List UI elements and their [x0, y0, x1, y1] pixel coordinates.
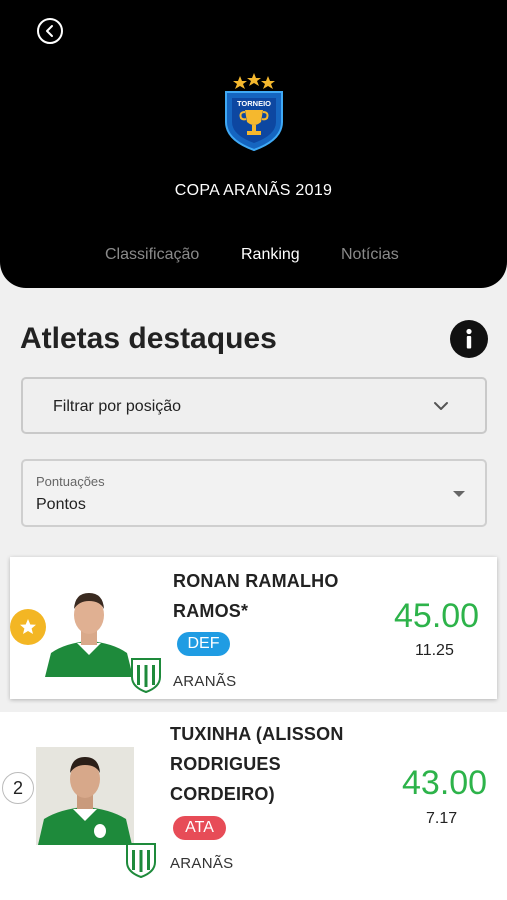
- back-button[interactable]: [37, 18, 63, 44]
- tournament-logo: TORNEIO: [225, 73, 283, 152]
- athlete-photo: [43, 579, 135, 677]
- section-title: Atletas destaques: [20, 322, 277, 355]
- points-select-label: Pontuações: [36, 474, 105, 489]
- app-header: TORNEIO COPA ARANÃS 2019 Classificação R…: [0, 0, 507, 288]
- athlete-average: 11.25: [415, 642, 454, 659]
- tournament-title: COPA ARANÃS 2019: [174, 182, 333, 199]
- position-filter-label: Filtrar por posição: [53, 398, 182, 415]
- club-badge-icon: [131, 658, 161, 693]
- position-badge: DEF: [177, 632, 230, 656]
- athlete-card[interactable]: 2 TUXINHA (ALISSON RODRIGUES CORDEIRO) A…: [0, 712, 507, 900]
- tab-classificacao[interactable]: Classificação: [105, 246, 199, 264]
- athlete-score: 45.00: [394, 597, 480, 635]
- tab-noticias[interactable]: Notícias: [341, 246, 399, 264]
- caret-down-icon: [453, 491, 465, 497]
- athlete-photo: [36, 747, 134, 845]
- featured-star-badge: [10, 609, 46, 645]
- team-name: ARANÃS: [173, 673, 237, 690]
- points-select[interactable]: Pontuações Pontos: [21, 459, 487, 527]
- tab-ranking[interactable]: Ranking: [241, 246, 300, 264]
- club-badge-icon: [126, 843, 156, 878]
- team-name: ARANÃS: [170, 855, 234, 872]
- star-icon: [20, 619, 36, 634]
- svg-text:TORNEIO: TORNEIO: [237, 99, 271, 108]
- position-badge: ATA: [173, 816, 226, 840]
- info-icon: [466, 328, 472, 349]
- info-button[interactable]: [450, 320, 488, 358]
- athlete-score: 43.00: [402, 764, 488, 802]
- chevron-left-icon: [46, 25, 53, 37]
- chevron-down-icon: [434, 402, 448, 410]
- tab-bar: Classificação Ranking Notícias: [0, 246, 507, 268]
- athlete-average: 7.17: [426, 810, 458, 827]
- athlete-name: RONAN RAMALHO RAMOS*: [173, 571, 339, 621]
- rank-number: 2: [2, 772, 34, 804]
- athlete-name: TUXINHA (ALISSON RODRIGUES CORDEIRO): [170, 724, 344, 804]
- athlete-card[interactable]: RONAN RAMALHO RAMOS* DEF ARANÃS 45.00 11…: [10, 557, 497, 699]
- points-select-value: Pontos: [36, 496, 86, 513]
- position-filter-dropdown[interactable]: Filtrar por posição: [21, 377, 487, 434]
